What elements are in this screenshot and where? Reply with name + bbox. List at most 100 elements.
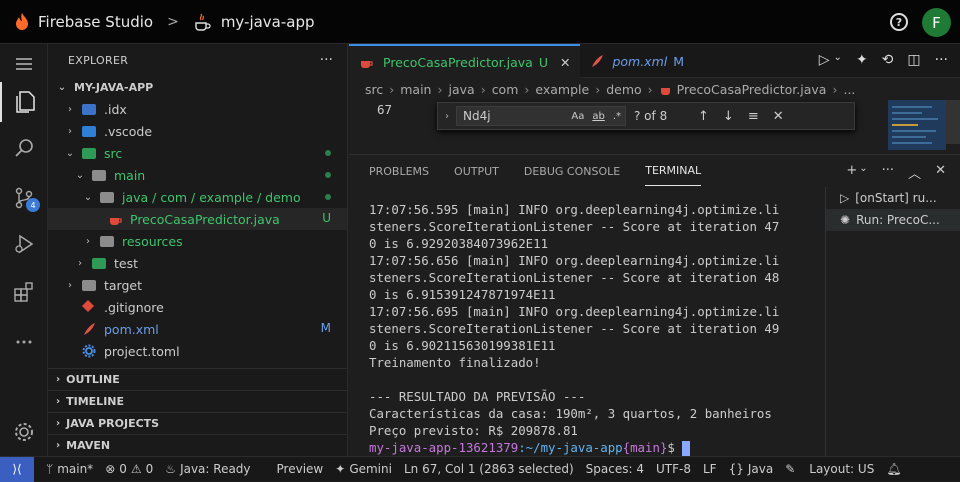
feedback-icon[interactable]: ✎ [785,462,795,476]
previous-match-icon[interactable]: ↑ [698,109,709,124]
section-java-projects[interactable]: › JAVA PROJECTS [48,412,348,434]
tab-pom-xml[interactable]: pom.xml M [580,44,694,78]
regex-icon[interactable]: .* [613,111,621,122]
more-actions-icon[interactable]: ··· [935,52,948,68]
new-terminal-icon[interactable]: + [846,163,857,182]
crumb[interactable]: src [365,82,383,97]
whole-word-icon[interactable]: ab [592,111,604,122]
tree-item-target[interactable]: › target [48,274,347,296]
tree-item-preco-casa-predictor[interactable]: PrecoCasaPredictor.java U [48,208,347,230]
terminal-line: Características da casa: 190m², 3 quarto… [369,406,772,421]
tree-item-java-package[interactable]: ⌄ java / com / example / demo [48,186,347,208]
language-label: Java [747,462,774,476]
project-switcher[interactable]: my-java-app [193,12,315,32]
sync-icon[interactable]: ⟲ [882,52,894,68]
find-value: Nd4j [463,109,491,123]
terminal-label: Run: PrecoC... [856,213,940,227]
tab-output[interactable]: OUTPUT [454,157,499,186]
brand[interactable]: Firebase Studio [14,12,153,31]
problems-status[interactable]: ⊗ 0 ⚠ 0 [105,462,153,476]
keyboard-layout[interactable]: Layout: US [809,462,874,476]
language-status[interactable]: {} Java [729,462,774,476]
section-timeline[interactable]: › TIMELINE [48,390,348,412]
tab-debug-console[interactable]: DEBUG CONSOLE [524,157,620,186]
close-icon[interactable]: ✕ [560,55,570,70]
menu-icon[interactable] [0,44,48,84]
chevron-down-icon[interactable]: ⌄ [834,52,842,68]
minimap[interactable] [888,100,946,150]
match-case-icon[interactable]: Aa [571,111,584,122]
more-actions-icon[interactable]: ··· [882,163,894,182]
braces-icon: {} [728,462,744,476]
terminal-item-run[interactable]: ✺ Run: PrecoC... [826,209,960,231]
help-icon[interactable]: ? [890,13,908,31]
find-in-selection-icon[interactable]: ≡ [748,109,759,124]
tree-label: .idx [104,101,127,117]
editor-scrollbar[interactable] [946,100,960,144]
cursor-position[interactable]: Ln 67, Col 1 (2863 selected) [404,462,574,476]
extensions-icon[interactable] [0,272,48,312]
tree-label: target [104,277,143,293]
more-icon[interactable] [0,322,48,362]
tree-item-idx[interactable]: › .idx [48,98,347,120]
terminal-item-onstart[interactable]: ▷ [onStart] ru... [826,187,960,209]
next-match-icon[interactable]: ↓ [723,109,734,124]
tree-item-resources[interactable]: › resources [48,230,347,252]
eol-status[interactable]: LF [703,462,717,476]
encoding-status[interactable]: UTF-8 [656,462,691,476]
prompt-path: :~/my-java-app [518,440,623,455]
tree-item-src[interactable]: ⌄ src [48,142,347,164]
section-label: OUTLINE [66,373,120,386]
gemini-status[interactable]: ✦ Gemini [335,462,392,476]
notifications-bell-icon[interactable]: 🔔︎ [886,462,901,476]
tree-label: test [114,255,139,271]
root-folder[interactable]: ⌄ MY-JAVA-APP [48,76,347,98]
debug-icon: ✺ [840,213,851,227]
tree-item-gitignore[interactable]: .gitignore [48,296,347,318]
source-control-icon[interactable]: 4 [0,178,48,218]
tree-item-test[interactable]: › test [48,252,347,274]
chevron-down-icon[interactable]: ⌄ [859,163,867,182]
crumb[interactable]: ... [843,82,855,97]
remote-indicator-icon[interactable]: ⟩⟨ [0,456,34,482]
java-status[interactable]: ♨ Java: Ready [165,462,250,476]
java-file-icon [108,212,124,226]
close-icon[interactable]: ✕ [935,163,946,182]
tree-item-vscode[interactable]: › .vscode [48,120,347,142]
split-editor-icon[interactable]: ◫ [907,52,920,68]
indentation-status[interactable]: Spaces: 4 [586,462,644,476]
folder-src-icon [82,146,98,160]
find-input[interactable]: Nd4j Aa ab .* [456,106,626,126]
maximize-panel-icon[interactable]: ︿ [908,163,921,182]
avatar[interactable]: F [922,8,951,37]
section-maven[interactable]: › MAVEN [48,434,348,456]
terminal-line: 0 is 6.902115630199381E11 [369,338,556,353]
run-icon[interactable]: ▷ [819,52,830,68]
tab-terminal[interactable]: TERMINAL [645,156,702,186]
tree-item-project-toml[interactable]: project.toml [48,340,347,362]
explorer-icon[interactable] [0,82,48,122]
crumb[interactable]: demo [606,82,641,97]
settings-gear-icon[interactable] [0,412,48,452]
crumb[interactable]: com [492,82,519,97]
tree-item-main[interactable]: ⌄ main [48,164,347,186]
toggle-replace-icon[interactable]: › [438,111,456,122]
preview-button[interactable]: Preview [277,462,324,476]
branch-status[interactable]: ᛘ main* [46,462,93,476]
section-outline[interactable]: › OUTLINE [48,368,348,390]
explorer-more-icon[interactable]: ··· [320,52,333,68]
tree-item-pom[interactable]: pom.xml M [48,318,347,340]
terminal-output[interactable]: 17:07:56.595 [main] INFO org.deeplearnin… [369,201,815,456]
run-debug-icon[interactable] [0,224,48,264]
search-icon[interactable] [0,128,48,168]
crumb[interactable]: main [400,82,431,97]
tab-problems[interactable]: PROBLEMS [369,157,429,186]
tab-preco-casa-predictor[interactable]: PrecoCasaPredictor.java U ✕ [349,44,581,78]
gemini-sparkle-icon[interactable]: ✦ [856,52,868,68]
close-icon[interactable]: ✕ [773,109,784,124]
crumb[interactable]: PrecoCasaPredictor.java [677,82,827,97]
warning-count: 0 [145,462,154,476]
crumb[interactable]: java [448,82,474,97]
crumb[interactable]: example [535,82,589,97]
activity-bar: 4 [0,44,48,456]
